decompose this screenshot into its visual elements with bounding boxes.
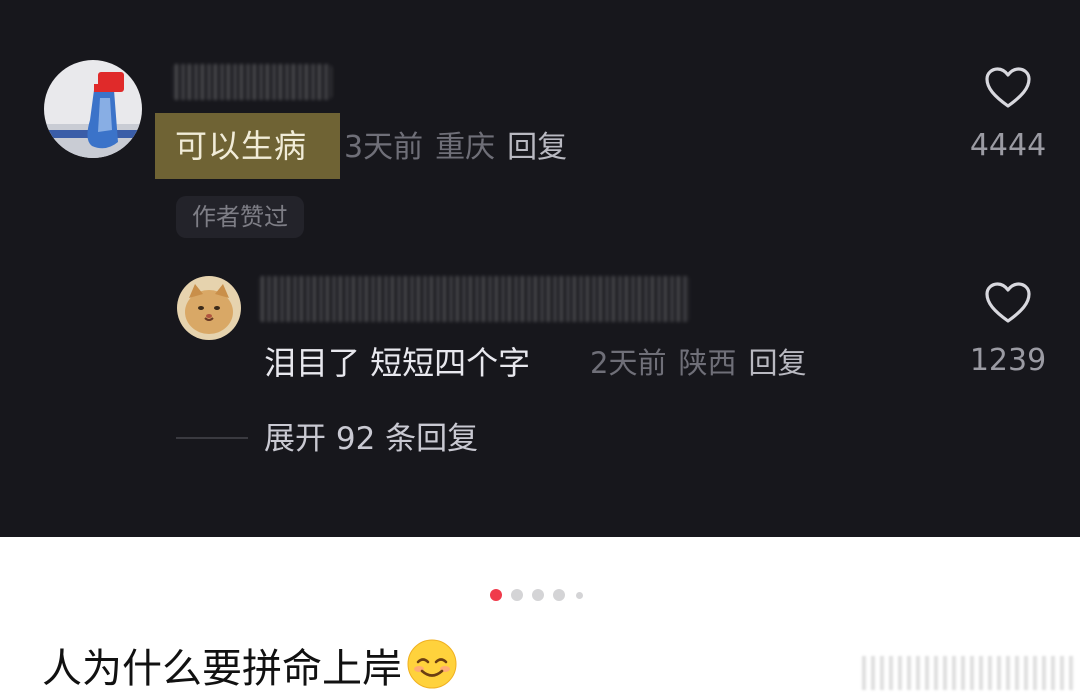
commenter-avatar[interactable] [44,60,142,158]
pager-dot[interactable] [553,589,565,601]
blurred-username [172,64,332,100]
reply-location: 陕西 [678,346,737,380]
pager-dot[interactable] [511,589,523,601]
image-pager [490,588,590,602]
reply-time: 2天前 [590,346,667,380]
post-title: 人为什么要拼命上岸 [42,638,458,698]
reply-text: 泪目了 短短四个字 [264,344,531,382]
replier-avatar[interactable] [177,276,241,340]
expand-replies-link[interactable]: 展开 92 条回复 [264,418,478,460]
comment-screenshot: 可以生病 3天前 重庆 回复 作者赞过 4444 泪目了 短短四个字 2天前 陕西 回复… [0,0,1080,537]
reply-meta: 2天前 陕西 回复 [590,343,806,383]
like-heart-icon[interactable] [984,66,1032,110]
pager-dot-small[interactable] [576,592,583,599]
expand-divider [176,437,248,439]
pager-dot[interactable] [532,589,544,601]
smiling-face-emoji-icon [406,638,458,690]
author-liked-badge: 作者赞过 [176,196,304,238]
like-heart-icon[interactable] [984,281,1032,325]
blurred-username [258,276,690,322]
like-count: 4444 [969,128,1047,163]
comment-time: 3天前 [344,130,424,165]
post-title-text: 人为什么要拼命上岸 [42,646,402,692]
pager-dot-active[interactable] [490,589,502,601]
like-count: 1239 [969,343,1047,378]
reply-button[interactable]: 回复 [748,346,806,380]
comment-meta: 3天前 重庆 回复 [344,128,567,168]
comment-location: 重庆 [435,130,496,165]
reply-button[interactable]: 回复 [507,130,567,165]
watermark [862,656,1074,690]
comment-text: 可以生病 [155,113,340,179]
